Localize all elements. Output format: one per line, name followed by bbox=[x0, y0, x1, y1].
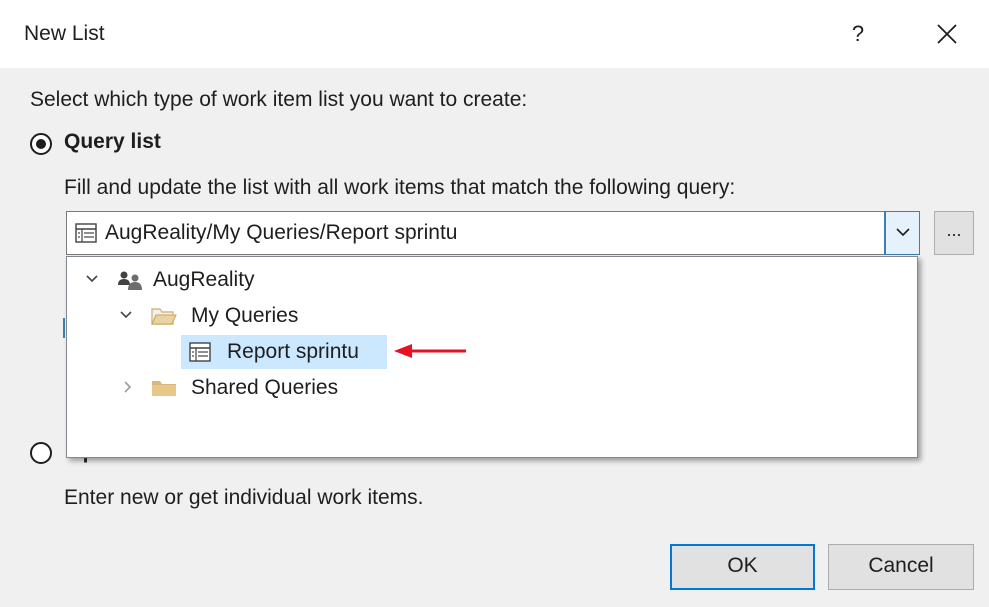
team-icon bbox=[118, 271, 142, 290]
chevron-down-icon[interactable] bbox=[85, 272, 99, 286]
tree-item-augreality[interactable]: AugReality bbox=[73, 263, 333, 297]
tree-item-label: AugReality bbox=[153, 268, 255, 291]
dialog-title: New List bbox=[24, 22, 105, 45]
query-icon bbox=[75, 223, 97, 243]
folder-icon bbox=[152, 381, 176, 396]
tree-item-my-queries[interactable]: My Queries bbox=[73, 299, 353, 333]
new-list-dialog: New List ? Select which type of work ite… bbox=[0, 0, 989, 607]
cancel-button[interactable]: Cancel bbox=[828, 544, 974, 590]
tree-item-label: Report sprintu bbox=[227, 340, 359, 363]
combo-dropdown-button[interactable] bbox=[884, 211, 920, 255]
help-button[interactable]: ? bbox=[838, 16, 878, 52]
tree-item-shared-queries[interactable]: Shared Queries bbox=[73, 371, 393, 405]
query-list-description: Fill and update the list with all work i… bbox=[64, 176, 736, 199]
chevron-down-icon[interactable] bbox=[119, 308, 133, 322]
underlying-control-edge bbox=[63, 318, 65, 338]
input-list-radio[interactable] bbox=[30, 442, 52, 464]
tree-item-label: My Queries bbox=[191, 304, 299, 327]
query-list-radio[interactable] bbox=[30, 133, 52, 155]
annotation-arrow-icon bbox=[394, 344, 466, 358]
folder-open-icon bbox=[151, 308, 177, 325]
browse-button[interactable]: ... bbox=[934, 211, 974, 255]
dialog-body: Select which type of work item list you … bbox=[0, 68, 989, 607]
close-icon bbox=[937, 24, 957, 44]
query-combobox-value: AugReality/My Queries/Report sprintu bbox=[105, 221, 458, 244]
query-combobox[interactable]: AugReality/My Queries/Report sprintu bbox=[66, 211, 920, 255]
input-list-description: Enter new or get individual work items. bbox=[64, 486, 424, 509]
intro-text: Select which type of work item list you … bbox=[30, 88, 528, 111]
query-icon bbox=[189, 342, 211, 362]
title-bar: New List ? bbox=[0, 0, 989, 68]
tree-item-label: Shared Queries bbox=[191, 376, 339, 399]
chevron-down-icon bbox=[896, 228, 910, 237]
tree-item-report-sprintu[interactable]: Report sprintu bbox=[181, 335, 387, 369]
ok-button[interactable]: OK bbox=[670, 544, 815, 590]
query-list-label[interactable]: Query list bbox=[64, 130, 161, 154]
query-tree-dropdown: AugReality My Queries Report sprintu Sha… bbox=[66, 256, 918, 458]
chevron-right-icon[interactable] bbox=[121, 380, 135, 394]
close-button[interactable] bbox=[924, 14, 972, 54]
